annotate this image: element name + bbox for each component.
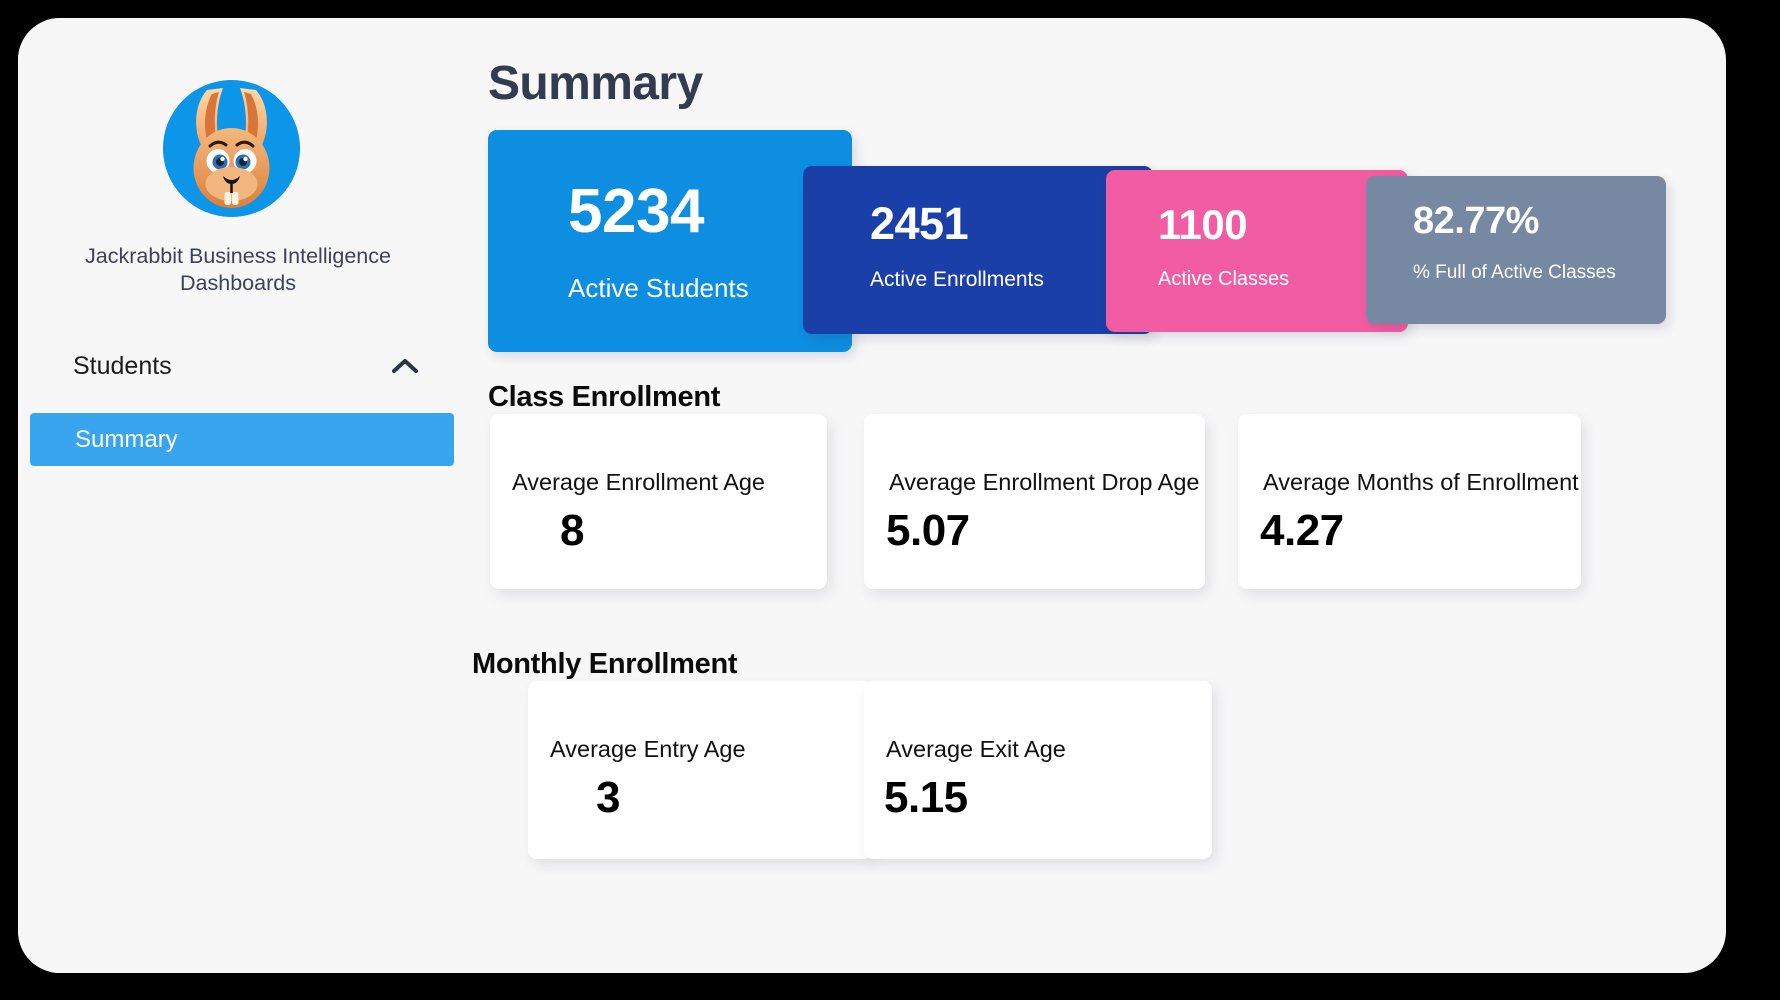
kpi-card-active-students[interactable]: 5234 Active Students (488, 130, 852, 352)
sidebar-group-label: Students (73, 351, 172, 380)
kpi-label: % Full of Active Classes (1413, 262, 1616, 283)
kpi-value: 1100 (1158, 201, 1248, 248)
sidebar-item-label: Summary (75, 425, 178, 453)
metric-card-average-enrollment-drop-age[interactable]: Average Enrollment Drop Age 5.07 (864, 414, 1205, 589)
metric-label: Average Months of Enrollment (1263, 469, 1579, 495)
kpi-card-percent-full-active-classes[interactable]: 82.77% % Full of Active Classes (1366, 176, 1666, 324)
metric-label: Average Exit Age (886, 736, 1066, 762)
section-title-class-enrollment: Class Enrollment (488, 381, 721, 413)
metric-card-average-months-of-enrollment[interactable]: Average Months of Enrollment 4.27 (1238, 414, 1581, 589)
sidebar: Jackrabbit Business Intelligence Dashboa… (18, 18, 458, 973)
metric-label: Average Enrollment Drop Age (889, 469, 1200, 495)
jackrabbit-mascot-icon (163, 80, 300, 217)
section-title-monthly-enrollment: Monthly Enrollment (472, 648, 738, 680)
metric-card-average-enrollment-age[interactable]: Average Enrollment Age 8 (490, 414, 827, 589)
kpi-label: Active Classes (1158, 268, 1290, 290)
metric-value: 5.07 (886, 506, 970, 555)
chevron-up-icon[interactable] (392, 353, 418, 379)
dashboard-window: Jackrabbit Business Intelligence Dashboa… (18, 18, 1726, 973)
kpi-card-active-enrollments[interactable]: 2451 Active Enrollments (803, 166, 1153, 334)
metric-value: 5.15 (884, 773, 968, 822)
metric-card-average-exit-age[interactable]: Average Exit Age 5.15 (864, 681, 1212, 859)
metric-label: Average Enrollment Age (512, 469, 766, 495)
sidebar-item-summary[interactable]: Summary (30, 413, 454, 466)
kpi-label: Active Enrollments (870, 268, 1044, 291)
metric-value: 3 (596, 773, 620, 822)
brand-title: Jackrabbit Business Intelligence Dashboa… (85, 244, 391, 296)
kpi-value: 2451 (870, 198, 969, 249)
metric-card-average-entry-age[interactable]: Average Entry Age 3 (528, 681, 872, 859)
kpi-card-row: 5234 Active Students 2451 Active Enrollm… (458, 18, 1726, 378)
kpi-value: 5234 (568, 177, 704, 246)
metric-label: Average Entry Age (550, 736, 746, 762)
main-content: Summary 5234 Active Students 2451 Active… (458, 18, 1726, 973)
kpi-value: 82.77% (1413, 200, 1539, 242)
metric-value: 8 (560, 506, 584, 555)
kpi-card-active-classes[interactable]: 1100 Active Classes (1106, 170, 1408, 332)
metric-value: 4.27 (1260, 506, 1344, 555)
kpi-label: Active Students (568, 273, 749, 303)
sidebar-group-students[interactable]: Students (18, 342, 458, 390)
